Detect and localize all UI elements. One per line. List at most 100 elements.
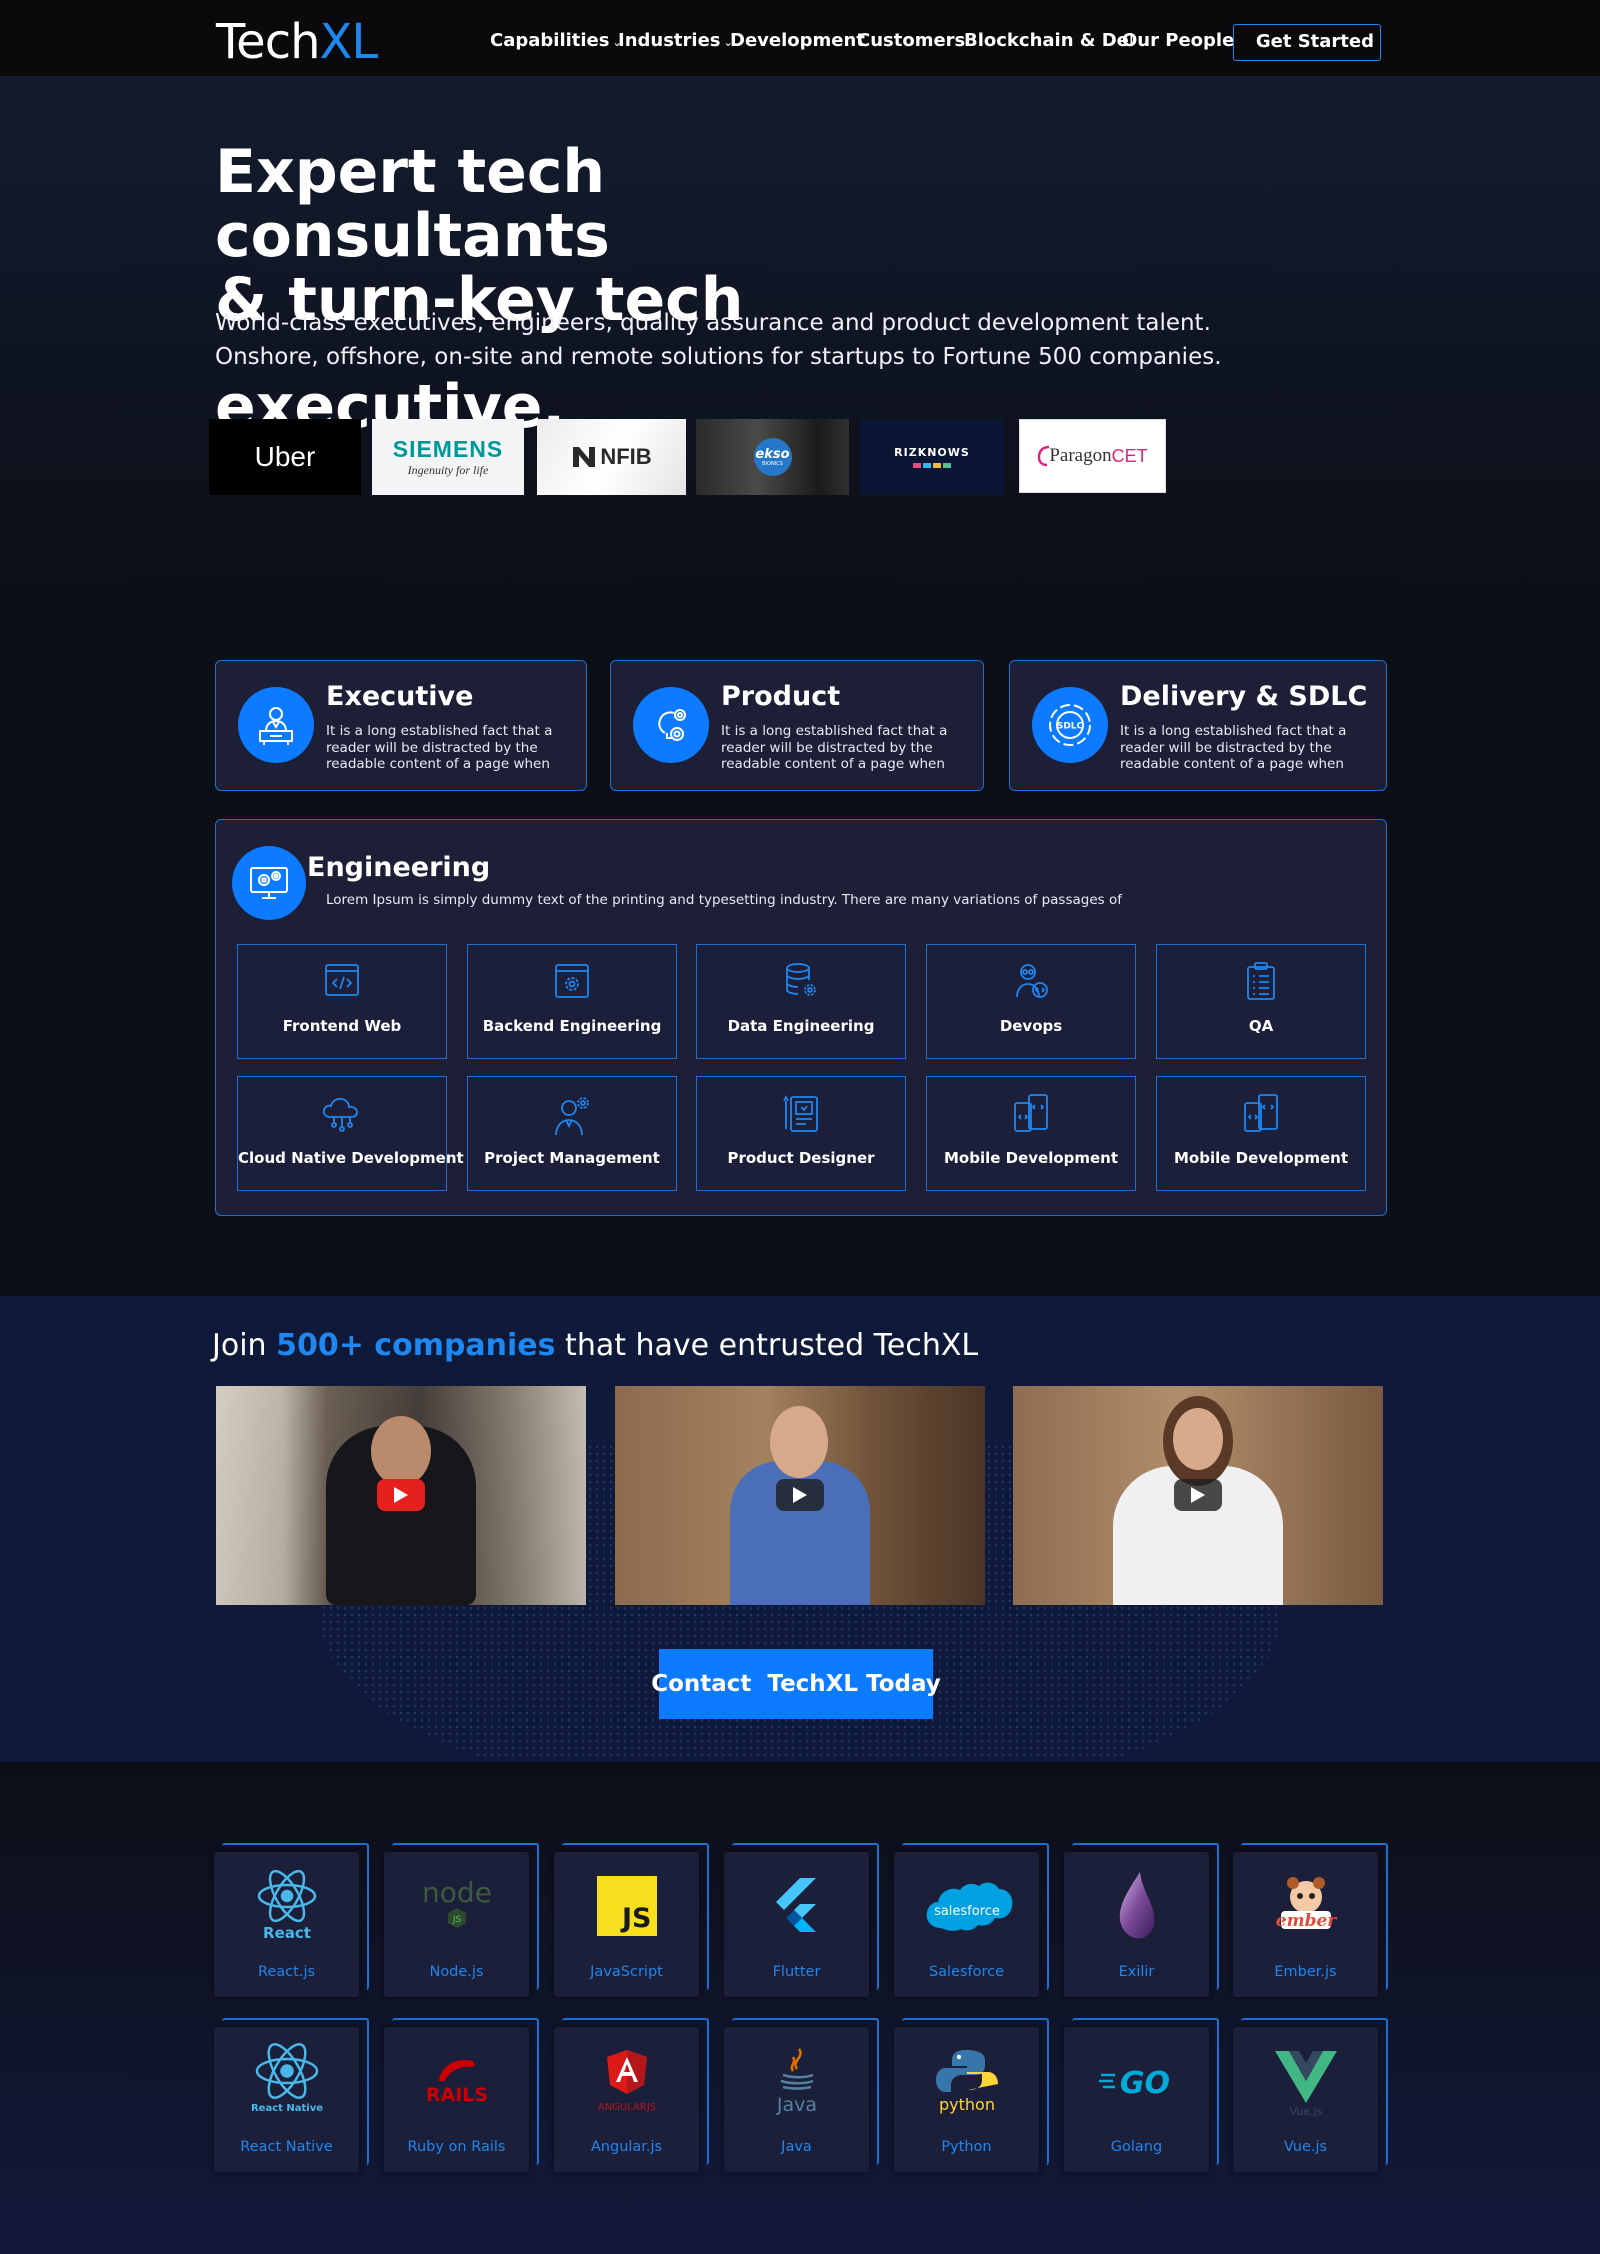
- product-icon: [633, 687, 709, 763]
- svg-text:JS: JS: [451, 1915, 461, 1925]
- tech-tile-angularjs[interactable]: ANGULARJS Angular.js: [554, 2018, 709, 2172]
- service-tile-project-management[interactable]: Project Management: [467, 1076, 677, 1191]
- designer-icon: [697, 1091, 905, 1135]
- top-navbar: TechXL Capabilities ⌄ Industries ⌄ Develop…: [0, 0, 1600, 76]
- presenter-face: [1173, 1408, 1223, 1470]
- get-started-button[interactable]: Get Started: [1233, 24, 1381, 61]
- nodejs-icon: node JS: [384, 1866, 529, 1946]
- service-tile-product-designer[interactable]: Product Designer: [696, 1076, 906, 1191]
- nav-capabilities[interactable]: Capabilities ⌄: [490, 30, 622, 51]
- rizknows-color-bars: [913, 463, 951, 468]
- flutter-icon: [724, 1866, 869, 1946]
- svg-text:python: python: [939, 2095, 995, 2114]
- svg-text:ANGULARJS: ANGULARJS: [597, 2102, 655, 2113]
- service-tile-cloud-native-development[interactable]: Cloud Native Development: [237, 1076, 464, 1191]
- svg-text:Java: Java: [775, 2094, 816, 2116]
- nav-our-people[interactable]: Our People: [1122, 30, 1234, 51]
- angular-icon: ANGULARJS: [554, 2041, 699, 2121]
- presenter-face: [371, 1416, 431, 1486]
- client-logo-nfib: NFIB: [537, 419, 686, 495]
- technologies-section: React React.js node JS Node.js JS JavaScr…: [0, 1762, 1600, 2254]
- database-icon: [697, 959, 905, 1003]
- service-tile-qa[interactable]: QA: [1156, 944, 1366, 1059]
- svg-text:ember: ember: [1275, 1911, 1337, 1931]
- client-logo-siemens: SIEMENS Ingenuity for life: [372, 419, 524, 495]
- tech-tile-reactjs[interactable]: React React.js: [214, 1843, 369, 1997]
- capability-title: Product: [721, 681, 841, 712]
- client-logo-ekso: ekso BIONICS: [696, 419, 849, 495]
- service-tile-backend-engineering[interactable]: Backend Engineering: [467, 944, 677, 1059]
- cloud-icon: [238, 1091, 446, 1135]
- svg-text:Vue.js: Vue.js: [1289, 2105, 1322, 2117]
- capability-title: Delivery & SDLC: [1120, 681, 1368, 712]
- testimonial-video-1[interactable]: [216, 1386, 586, 1605]
- hero-subtitle: World-class executives, engineers, quali…: [215, 310, 1222, 370]
- engineering-card: Engineering Lorem Ipsum is simply dummy …: [215, 819, 1387, 1216]
- svg-text:React: React: [263, 1924, 311, 1942]
- tech-tile-nodejs[interactable]: node JS Node.js: [384, 1843, 539, 1997]
- javascript-icon: JS: [554, 1866, 699, 1946]
- tech-tile-python[interactable]: python Python: [894, 2018, 1049, 2172]
- capability-card-delivery-sdlc[interactable]: SDLC Delivery & SDLC It is a long establ…: [1009, 660, 1387, 791]
- golang-icon: GO: [1064, 2041, 1209, 2121]
- tech-tile-java[interactable]: Java Java: [724, 2018, 879, 2172]
- presenter-face: [770, 1406, 828, 1478]
- tech-tile-flutter[interactable]: Flutter: [724, 1843, 879, 1997]
- developer-icon: [927, 959, 1135, 1003]
- engineering-text: Lorem Ipsum is simply dummy text of the …: [326, 892, 1122, 908]
- ember-icon: ember: [1233, 1866, 1378, 1946]
- svg-text:RAILS: RAILS: [425, 2084, 487, 2106]
- service-tile-mobile-development[interactable]: Mobile Development: [1156, 1076, 1366, 1191]
- client-logo-uber: Uber: [209, 419, 361, 495]
- tech-tile-exilir[interactable]: Exilir: [1064, 1843, 1219, 1997]
- manager-icon: [468, 1091, 676, 1136]
- nav-customers[interactable]: Customers: [857, 30, 965, 51]
- capability-text: It is a long established fact that a rea…: [1120, 723, 1347, 772]
- elixir-icon: [1064, 1866, 1209, 1946]
- contact-techxl-button[interactable]: Contact TechXL Today: [651, 1649, 941, 1719]
- salesforce-icon: salesforce: [894, 1866, 1039, 1946]
- python-icon: python: [894, 2041, 1039, 2121]
- testimonial-video-2[interactable]: [615, 1386, 985, 1605]
- nav-industries[interactable]: Industries ⌄: [618, 30, 733, 51]
- capability-text: It is a long established fact that a rea…: [326, 723, 553, 772]
- capability-text: It is a long established fact that a rea…: [721, 723, 948, 772]
- tech-tile-vuejs[interactable]: Vue.js Vue.js: [1233, 2018, 1388, 2172]
- hero-title: Expert tech consultants & turn-key tech …: [215, 137, 744, 442]
- tech-tile-golang[interactable]: GO Golang: [1064, 2018, 1219, 2172]
- mobile-icon: [1157, 1091, 1365, 1135]
- executive-icon: [238, 687, 314, 763]
- tech-tile-javascript[interactable]: JS JavaScript: [554, 1843, 709, 1997]
- mobile-icon: [927, 1091, 1135, 1135]
- tech-tile-salesforce[interactable]: salesforce Salesforce: [894, 1843, 1049, 1997]
- capability-title: Executive: [326, 681, 474, 712]
- nav-development[interactable]: Development: [730, 30, 865, 51]
- tech-tile-ruby-on-rails[interactable]: RAILS Ruby on Rails: [384, 2018, 539, 2172]
- youtube-play-icon[interactable]: [377, 1479, 425, 1511]
- hero-section: Expert tech consultants & turn-key tech …: [0, 76, 1600, 596]
- service-tile-data-engineering[interactable]: Data Engineering: [696, 944, 906, 1059]
- testimonials-section: Join 500+ companies that have entrusted …: [0, 1296, 1600, 1762]
- join-headline: Join 500+ companies that have entrusted …: [212, 1328, 979, 1363]
- capability-card-executive[interactable]: Executive It is a long established fact …: [215, 660, 587, 791]
- play-icon[interactable]: [1174, 1479, 1222, 1511]
- rails-icon: RAILS: [384, 2041, 529, 2121]
- svg-text:salesforce: salesforce: [934, 1904, 1000, 1919]
- nav-blockchain-defi[interactable]: Blockchain & DeFi: [964, 30, 1132, 51]
- capability-card-product[interactable]: Product It is a long established fact th…: [610, 660, 984, 791]
- svg-text:node: node: [422, 1876, 492, 1909]
- client-logo-paragoncet: Paragon CET: [1019, 419, 1166, 493]
- engineering-icon: [232, 846, 306, 920]
- service-tile-devops[interactable]: Devops: [926, 944, 1136, 1059]
- techxl-logo[interactable]: TechXL: [216, 14, 378, 70]
- vue-icon: Vue.js: [1233, 2041, 1378, 2121]
- testimonial-video-3[interactable]: [1013, 1386, 1383, 1605]
- service-tile-mobile-development[interactable]: Mobile Development: [926, 1076, 1136, 1191]
- engineering-title: Engineering: [307, 852, 491, 883]
- service-tile-frontend-web[interactable]: Frontend Web: [237, 944, 447, 1059]
- tech-tile-react-native[interactable]: React Native React Native: [214, 2018, 369, 2172]
- client-logo-rizknows: RIZKNOWS: [860, 419, 1004, 495]
- play-icon[interactable]: [776, 1479, 824, 1511]
- tech-tile-emberjs[interactable]: ember Ember.js: [1233, 1843, 1388, 1997]
- clipboard-icon: [1157, 959, 1365, 1003]
